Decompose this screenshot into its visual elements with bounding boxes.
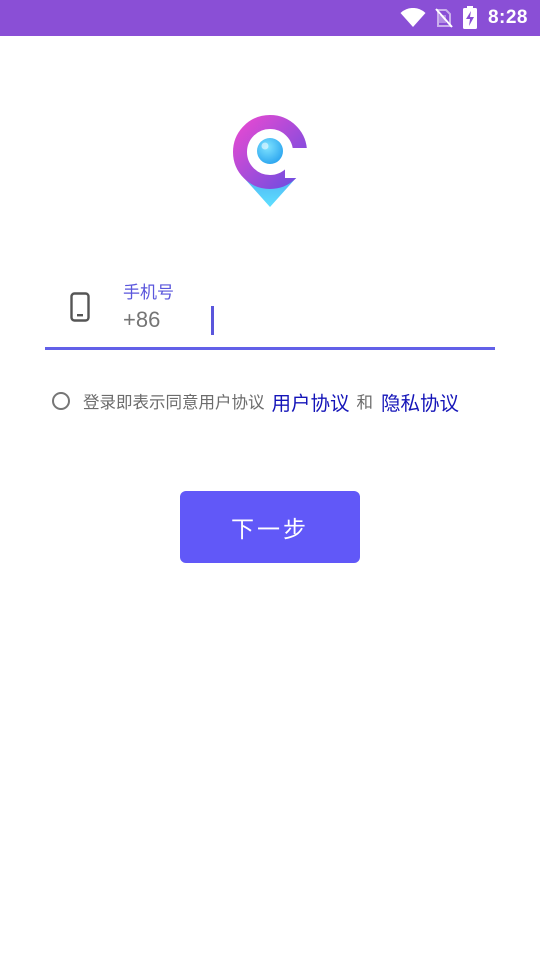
phone-field: 手机号 (45, 270, 495, 350)
agreement-and-text: 和 (356, 393, 374, 412)
agreement-radio[interactable] (52, 392, 70, 410)
user-agreement-link[interactable]: 用户协议 (272, 387, 350, 416)
next-button[interactable]: 下一步 (180, 491, 360, 563)
status-icons: 8:28 (392, 0, 528, 36)
privacy-policy-link[interactable]: 隐私协议 (381, 387, 459, 416)
phone-number-input[interactable] (123, 304, 453, 336)
text-caret (211, 306, 214, 335)
battery-charging-icon (462, 6, 478, 30)
status-bar: 8:28 (0, 0, 540, 36)
app-logo (225, 108, 317, 210)
phone-field-underline (45, 347, 495, 350)
wifi-icon (400, 8, 426, 28)
phone-field-label: 手机号 (123, 283, 174, 303)
agreement-row: 登录即表示同意用户协议 用户协议 和 隐私协议 (52, 384, 459, 418)
status-time: 8:28 (487, 7, 528, 28)
agreement-text: 登录即表示同意用户协议 (83, 393, 265, 412)
no-sim-icon (434, 7, 454, 29)
smartphone-icon (70, 292, 90, 326)
